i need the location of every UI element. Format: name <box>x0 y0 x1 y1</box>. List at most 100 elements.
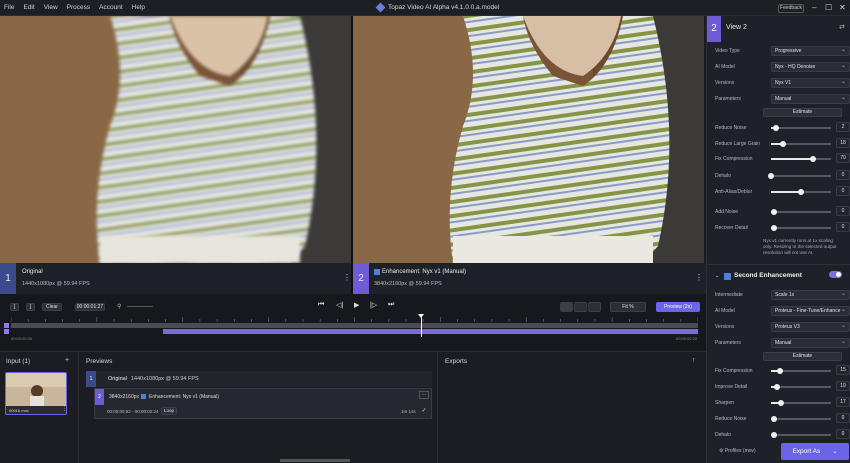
skip-start-icon[interactable]: ⏮ <box>318 301 324 309</box>
slider-track[interactable] <box>771 432 831 438</box>
zoom-slider[interactable] <box>127 306 153 307</box>
menu-item-file[interactable]: File <box>4 4 14 11</box>
step-back-icon[interactable]: ◁| <box>336 301 343 309</box>
viewer-1-menu-icon[interactable]: ⋮ <box>343 273 351 282</box>
zoom-icon[interactable]: ⚲ <box>117 303 121 310</box>
slider-value[interactable]: 18 <box>836 138 850 148</box>
original-track[interactable] <box>11 323 698 328</box>
slider-knob[interactable] <box>778 400 785 406</box>
preview-2-menu-icon[interactable]: ··· <box>419 391 429 399</box>
maximize-icon[interactable]: ☐ <box>825 3 832 12</box>
viewer-original[interactable] <box>0 16 351 263</box>
slider-label: Improve Detail <box>715 384 748 390</box>
single-view-icon[interactable] <box>574 302 587 312</box>
menu-item-account[interactable]: Account <box>99 4 123 11</box>
field-select[interactable]: Nyx - HQ Denoise <box>771 62 850 72</box>
playhead-handle[interactable] <box>418 314 424 318</box>
slider-knob[interactable] <box>768 173 774 179</box>
split-view-icon[interactable] <box>588 302 601 312</box>
slider-track[interactable] <box>771 384 831 390</box>
feedback-button[interactable]: Feedback <box>778 4 804 13</box>
second-estimate-button[interactable]: Estimate <box>763 352 842 361</box>
horizontal-scrollbar[interactable] <box>280 459 350 462</box>
field-select[interactable]: Nyx V1 <box>771 78 850 88</box>
slider-track[interactable] <box>768 173 831 179</box>
play-icon[interactable]: ▶ <box>354 301 359 309</box>
slider-knob[interactable] <box>774 384 780 390</box>
second-enhancement-toggle[interactable] <box>829 271 842 278</box>
slider-value[interactable]: 15 <box>836 365 850 375</box>
slider-track[interactable] <box>771 209 831 215</box>
slider-track[interactable] <box>771 400 831 406</box>
zoom-select[interactable]: Fit % <box>610 302 646 312</box>
slider-value[interactable]: 0 <box>836 170 850 180</box>
preview-row-original[interactable]: 1 Original 1440x1080px @ 59.94 FPS <box>86 371 432 387</box>
field-select[interactable]: Scale 1x <box>771 290 850 300</box>
playhead[interactable] <box>421 315 422 337</box>
slider-knob[interactable] <box>771 416 777 422</box>
export-dropdown-icon[interactable]: ⌄ <box>832 448 837 455</box>
slider-knob[interactable] <box>780 141 786 147</box>
viewer-divider[interactable] <box>351 16 353 294</box>
menu-item-help[interactable]: Help <box>132 4 145 11</box>
preview-row-enhanced[interactable]: 2 3840x2160px Enhancement: Nyx v1 (Manua… <box>94 388 432 419</box>
side-by-side-view-icon[interactable] <box>560 302 573 312</box>
slider-value[interactable]: 70 <box>836 153 850 163</box>
input-menu-icon[interactable]: ⋮ <box>62 406 66 412</box>
slider-track[interactable] <box>771 141 831 147</box>
slider-value[interactable]: 0 <box>836 429 850 439</box>
slider-value[interactable]: 0 <box>836 186 850 196</box>
slider-knob[interactable] <box>772 125 779 131</box>
slider-knob[interactable] <box>798 189 804 195</box>
field-select[interactable]: Manual <box>771 94 850 104</box>
slider-knob[interactable] <box>771 209 777 215</box>
skip-end-icon[interactable]: ⏭ <box>388 301 394 309</box>
slider-value[interactable]: 17 <box>836 397 850 407</box>
menu-item-edit[interactable]: Edit <box>23 4 34 11</box>
field-select[interactable]: Proteus V3 <box>771 322 850 332</box>
slider-track[interactable] <box>771 416 831 422</box>
step-forward-icon[interactable]: |▷ <box>370 301 377 309</box>
slider-knob[interactable] <box>810 156 816 162</box>
preview-range-track[interactable] <box>163 329 698 334</box>
slider-value[interactable]: 0 <box>836 222 850 232</box>
menu-item-process[interactable]: Process <box>67 4 90 11</box>
slider-track[interactable] <box>771 368 831 374</box>
field-select[interactable]: Proteus - Fine-Tune/Enhance <box>771 306 850 316</box>
preview-button[interactable]: Preview (2s) <box>656 302 700 312</box>
slider-track[interactable] <box>771 189 831 195</box>
slider-value[interactable]: 2 <box>836 122 850 132</box>
field-select[interactable]: Manual <box>771 338 850 348</box>
mark-out-button[interactable]: ] <box>26 303 35 311</box>
slider-track[interactable] <box>771 125 831 131</box>
input-thumbnail[interactable]: 00016.mov ⋮ <box>5 372 67 415</box>
viewer-2-sub: 3840x2160px @ 59.94 FPS <box>374 281 442 287</box>
export-as-button[interactable]: Export As ⌄ <box>781 443 849 460</box>
loop-button[interactable]: Loop <box>161 407 177 415</box>
field-select[interactable]: Progressive <box>771 46 850 56</box>
add-input-icon[interactable]: + <box>65 357 69 364</box>
slider-value[interactable]: 0 <box>836 206 850 216</box>
slider-knob[interactable] <box>777 368 783 374</box>
swap-icon[interactable]: ⇄ <box>839 23 845 31</box>
slider-row-fix-compression: Fix Compression 70 <box>715 153 850 165</box>
timecode-field[interactable]: 00:00:01:27 <box>75 303 105 311</box>
slider-track[interactable] <box>771 156 831 162</box>
slider-knob[interactable] <box>771 225 777 231</box>
viewer-2-menu-icon[interactable]: ⋮ <box>695 273 703 282</box>
menu-item-view[interactable]: View <box>44 4 58 11</box>
minimize-icon[interactable]: – <box>812 3 816 12</box>
slider-value[interactable]: 0 <box>836 413 850 423</box>
viewer-enhanced[interactable] <box>353 16 704 263</box>
slider-value[interactable]: 10 <box>836 381 850 391</box>
slider-knob[interactable] <box>771 432 777 438</box>
profiles-label[interactable]: ⚙ Profiles (mov) <box>719 448 756 454</box>
mark-in-button[interactable]: [ <box>10 303 19 311</box>
clear-button[interactable]: Clear <box>42 303 62 311</box>
settings-panel: 2 View 2 ⇄ Video Type Progressive AI Model… <box>706 16 850 463</box>
slider-track[interactable] <box>771 225 831 231</box>
estimate-button[interactable]: Estimate <box>763 108 842 117</box>
close-icon[interactable]: ✕ <box>839 3 846 12</box>
exports-up-icon[interactable]: ↑ <box>692 357 696 364</box>
collapse-chevron-icon[interactable]: ⌄ <box>715 273 719 279</box>
